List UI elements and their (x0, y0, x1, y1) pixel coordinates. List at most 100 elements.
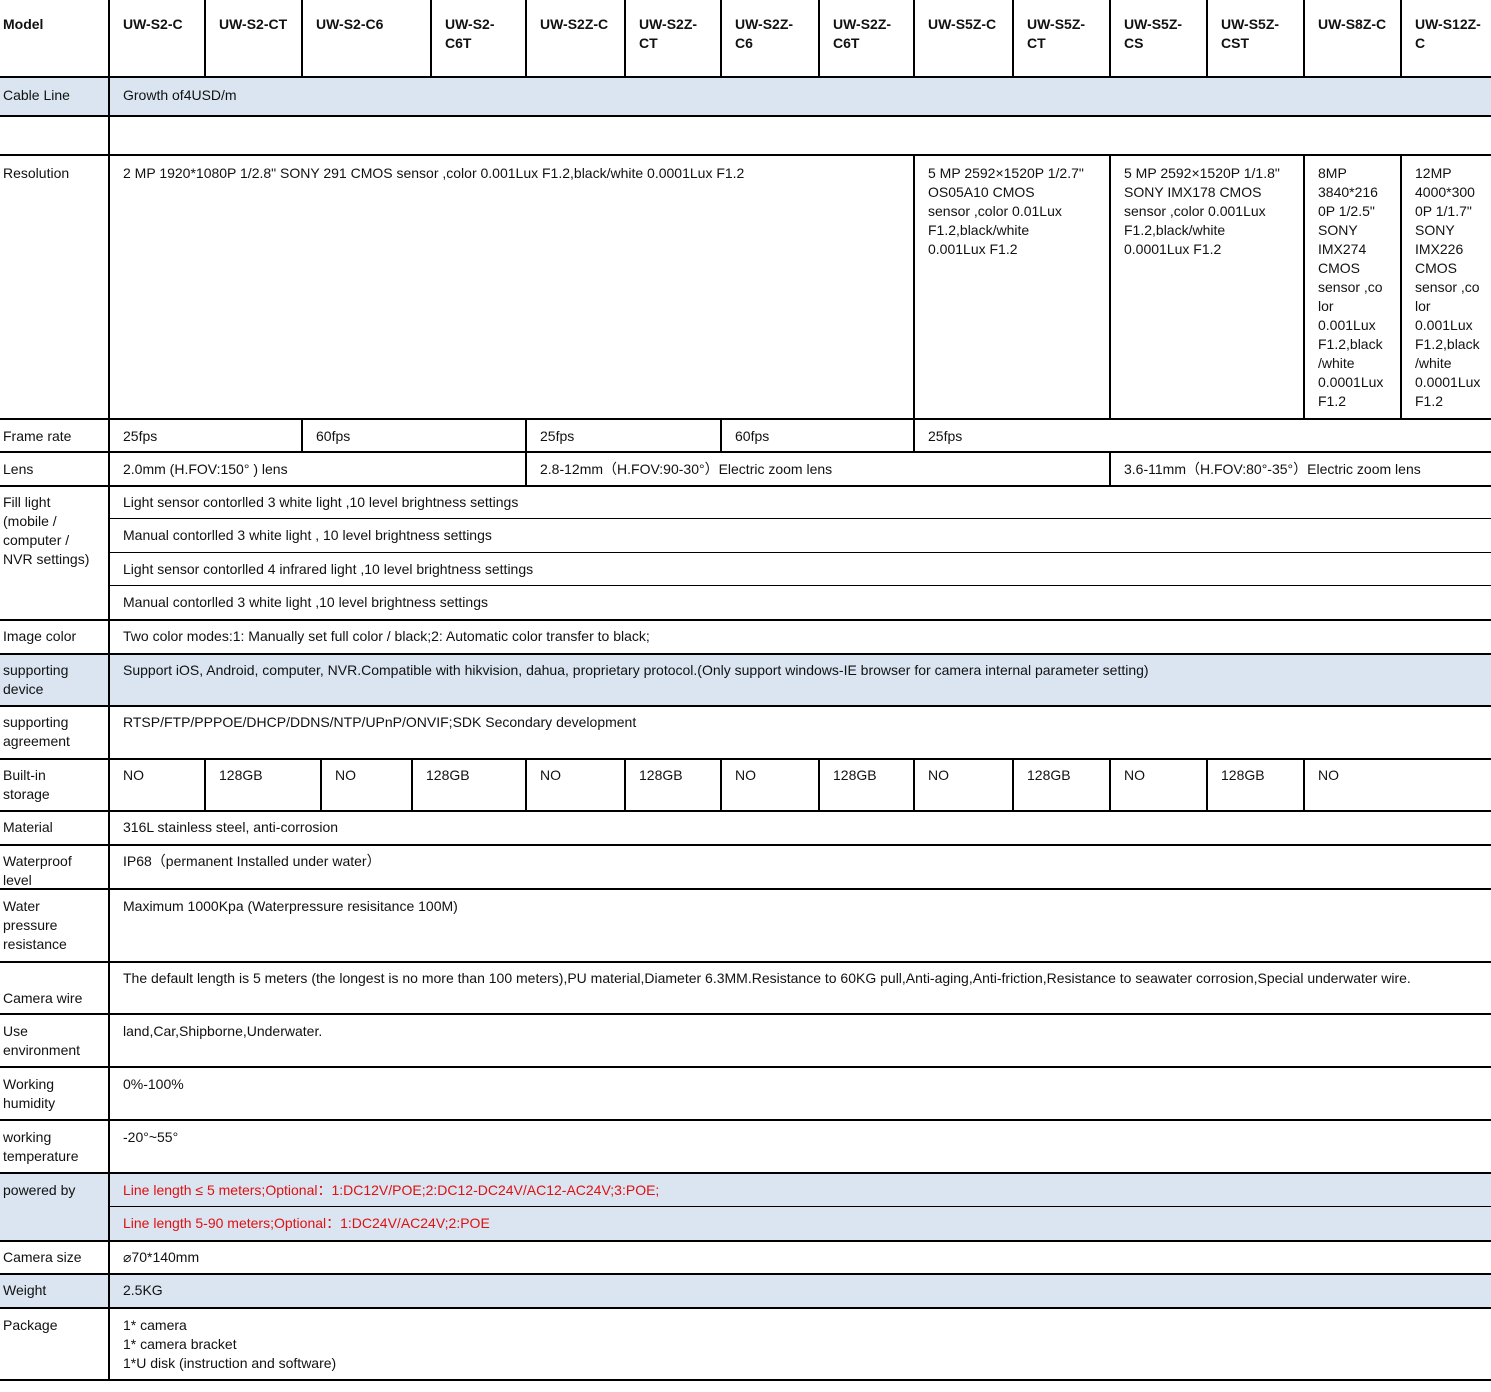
value-waterproof-level: IP68（permanent Installed under water） (123, 853, 381, 869)
value-resolution-s8: 8MP 3840*216 0P 1/2.5" SONY IMX274 CMOS … (1318, 165, 1384, 409)
grid-line (720, 419, 722, 452)
value-lens: 3.6-11mm（H.FOV:80°-35°）Electric zoom len… (1124, 461, 1421, 477)
grid-line (0, 1066, 1491, 1068)
value-resolution-s5-os: 5 MP 2592×1520P 1/2.7" OS05A10 CMOS sens… (928, 165, 1084, 257)
grid-line (0, 810, 1491, 812)
grid-line (301, 0, 303, 77)
value-package: 1* camera 1* camera bracket 1*U disk (in… (123, 1317, 337, 1371)
value-working-humidity: 0%-100% (123, 1076, 184, 1092)
value-storage: 128GB (426, 767, 470, 783)
grid-line (0, 888, 1491, 890)
camera-spec-table: Model UW-S2-C UW-S2-CT UW-S2-C6 UW-S2- C… (0, 0, 1491, 1392)
grid-line (0, 76, 1491, 78)
grid-line (525, 452, 527, 486)
grid-line (109, 1206, 1491, 1207)
value-water-pressure: Maximum 1000Kpa (Waterpressure resisitan… (123, 898, 458, 914)
label-package: Package (3, 1317, 58, 1333)
header-uw-s2z-c6: UW-S2Z- C6 (735, 16, 794, 51)
grid-line (0, 653, 1491, 655)
grid-line (0, 1013, 1491, 1015)
label-powered-by: powered by (0, 1174, 109, 1240)
grid-line (320, 759, 322, 811)
grid-line (913, 0, 915, 77)
grid-line (0, 154, 1491, 156)
header-uw-s2-c6t: UW-S2- C6T (445, 16, 495, 51)
value-camera-wire: The default length is 5 meters (the long… (123, 970, 1411, 986)
grid-line (109, 552, 1491, 553)
grid-line (0, 705, 1491, 707)
grid-line (913, 155, 915, 419)
header-uw-s2-c: UW-S2-C (123, 16, 183, 32)
value-weight: 2.5KG (109, 1275, 1491, 1307)
label-built-in-storage: Built-in storage (3, 767, 50, 802)
grid-line (301, 419, 303, 452)
grid-line (1303, 759, 1305, 811)
grid-line (0, 619, 1491, 621)
value-storage: 128GB (833, 767, 877, 783)
grid-line (0, 961, 1491, 963)
value-frame-rate: 25fps (928, 428, 963, 444)
value-storage: 128GB (639, 767, 683, 783)
label-working-temperature: working temperature (3, 1129, 79, 1164)
label-fill-light: Fill light (mobile / computer / NVR sett… (3, 494, 90, 567)
grid-line (0, 1119, 1491, 1121)
label-cable-line: Cable Line (0, 78, 109, 116)
grid-line (0, 758, 1491, 760)
value-storage: 128GB (1221, 767, 1265, 783)
label-lens: Lens (3, 461, 34, 477)
header-uw-s5z-cs: UW-S5Z- CS (1124, 16, 1183, 51)
value-storage: NO (123, 767, 144, 783)
grid-line (430, 0, 432, 77)
grid-line (0, 418, 1491, 420)
value-powered-by: Line length ≤ 5 meters;Optional：1:DC12V/… (109, 1174, 1491, 1206)
grid-line (913, 759, 915, 811)
grid-line (1400, 0, 1402, 77)
value-storage: NO (928, 767, 949, 783)
grid-line (720, 0, 722, 77)
value-frame-rate: 25fps (123, 428, 158, 444)
grid-line (108, 0, 110, 1381)
header-uw-s8z-c: UW-S8Z-C (1318, 16, 1387, 32)
label-supporting-device: supporting device (0, 655, 109, 705)
header-uw-s2-ct: UW-S2-CT (219, 16, 288, 32)
value-resolution-s2: 2 MP 1920*1080P 1/2.8" SONY 291 CMOS sen… (123, 165, 745, 181)
value-lens: 2.8-12mm（H.FOV:90-30°）Electric zoom lens (540, 461, 833, 477)
header-uw-s5z-c: UW-S5Z-C (928, 16, 997, 32)
grid-line (1109, 759, 1111, 811)
value-lens: 2.0mm (H.FOV:150° ) lens (123, 461, 288, 477)
grid-line (525, 0, 527, 77)
value-storage: 128GB (1027, 767, 1071, 783)
grid-line (204, 0, 206, 77)
grid-line (525, 759, 527, 811)
value-fill-light: Light sensor contorlled 3 white light ,1… (123, 494, 519, 510)
value-cable-line: Growth of4USD/m (109, 78, 1491, 116)
value-frame-rate: 60fps (735, 428, 770, 444)
value-resolution-s5-sony: 5 MP 2592×1520P 1/1.8" SONY IMX178 CMOS … (1124, 165, 1280, 257)
grid-line (109, 518, 1491, 519)
header-uw-s2z-c6t: UW-S2Z- C6T (833, 16, 892, 51)
value-camera-size: ⌀70*140mm (123, 1249, 200, 1265)
value-storage: NO (335, 767, 356, 783)
grid-line (913, 419, 915, 452)
grid-line (1400, 155, 1402, 419)
grid-line (0, 844, 1491, 846)
grid-line (1109, 0, 1111, 77)
value-material: 316L stainless steel, anti-corrosion (123, 819, 339, 835)
grid-line (0, 1172, 1491, 1174)
value-storage: NO (1124, 767, 1145, 783)
grid-line (720, 759, 722, 811)
grid-line (0, 1379, 1491, 1381)
label-resolution: Resolution (3, 165, 70, 181)
grid-line (109, 585, 1491, 586)
label-water-pressure: Water pressure resistance (3, 898, 67, 952)
value-frame-rate: 60fps (316, 428, 351, 444)
grid-line (1109, 452, 1111, 486)
grid-line (0, 485, 1491, 487)
grid-line (0, 1307, 1491, 1309)
value-resolution-s12: 12MP 4000*300 0P 1/1.7" SONY IMX226 CMOS… (1415, 165, 1481, 409)
label-waterproof-level: Waterproof level (3, 853, 72, 888)
header-uw-s12z-c: UW-S12Z- C (1415, 16, 1481, 51)
label-camera-wire: Camera wire (3, 990, 83, 1006)
label-weight: Weight (0, 1275, 109, 1307)
value-storage: NO (540, 767, 561, 783)
